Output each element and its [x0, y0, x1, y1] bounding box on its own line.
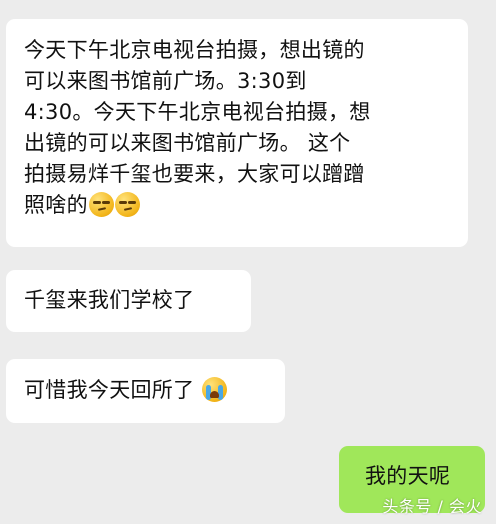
message-line: 出镜的可以来图书馆前广场。 这个	[24, 131, 351, 155]
smug-face-icon	[88, 192, 114, 217]
message-text: 可惜我今天回所了	[24, 378, 195, 402]
message-line: 拍摄易烊千玺也要来，大家可以蹭蹭	[24, 162, 365, 186]
chat-thread: 今天下午北京电视台拍摄，想出镜的 可以来图书馆前广场。3:30到 4:30。今天…	[0, 0, 496, 524]
smug-face-icon	[114, 192, 140, 217]
message-bubble-incoming[interactable]: 可惜我今天回所了	[6, 359, 285, 423]
message-bubble-incoming[interactable]: 今天下午北京电视台拍摄，想出镜的 可以来图书馆前广场。3:30到 4:30。今天…	[6, 19, 468, 247]
message-text: 千玺来我们学校了	[24, 288, 195, 312]
watermark: 头条号 / 会火	[382, 497, 482, 516]
message-line: 可以来图书馆前广场。3:30到	[24, 69, 307, 93]
message-text: 我的天呢	[365, 464, 451, 488]
message-line: 今天下午北京电视台拍摄，想出镜的	[24, 38, 365, 62]
message-text: 照啥的	[24, 193, 88, 217]
message-bubble-incoming[interactable]: 千玺来我们学校了	[6, 270, 251, 332]
crying-face-icon	[202, 377, 228, 402]
message-line: 4:30。今天下午北京电视台拍摄，想	[24, 100, 371, 124]
message-line-last: 照啥的	[24, 190, 454, 221]
